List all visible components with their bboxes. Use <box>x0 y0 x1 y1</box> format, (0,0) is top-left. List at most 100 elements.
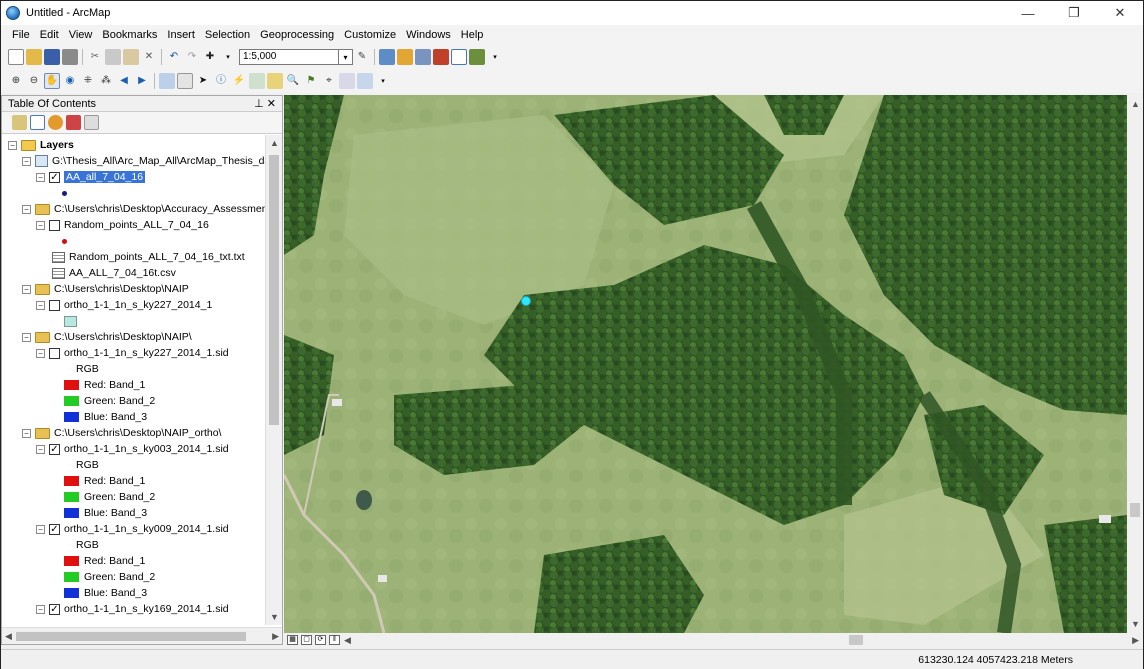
find-route-icon[interactable]: ⚑ <box>303 73 319 89</box>
paste-icon[interactable] <box>123 49 139 65</box>
scrollbar-thumb[interactable] <box>849 635 863 645</box>
zoom-in-icon[interactable]: ⊕ <box>8 73 24 89</box>
scroll-down-icon[interactable]: ▼ <box>1131 619 1140 629</box>
layers-root[interactable]: − Layers <box>8 137 74 153</box>
toc-horizontal-scrollbar[interactable]: ◀ ▶ <box>2 627 282 644</box>
collapse-icon[interactable]: − <box>36 300 45 310</box>
chevron-down-icon[interactable]: ▾ <box>339 49 353 65</box>
layer-visibility-checkbox[interactable]: ✓ <box>49 603 60 615</box>
refresh-icon[interactable]: ⟳ <box>315 635 326 645</box>
collapse-icon[interactable]: − <box>22 204 31 214</box>
layer-visibility-checkbox[interactable] <box>49 347 60 359</box>
close-button[interactable]: ✕ <box>1097 1 1143 25</box>
collapse-icon[interactable]: − <box>36 172 45 182</box>
collapse-icon[interactable]: − <box>22 332 31 342</box>
find-icon[interactable]: 🔍 <box>285 73 301 89</box>
menu-help[interactable]: Help <box>456 29 489 41</box>
data-view-icon[interactable]: ▦ <box>287 635 298 645</box>
scroll-left-icon[interactable]: ◀ <box>344 635 351 646</box>
delete-icon[interactable]: ✕ <box>141 49 157 65</box>
toc-vertical-scrollbar[interactable]: ▲ ▼ <box>265 135 282 625</box>
minimize-button[interactable]: — <box>1005 1 1051 25</box>
scroll-left-icon[interactable]: ◀ <box>5 631 12 642</box>
scroll-right-icon[interactable]: ▶ <box>272 631 279 642</box>
collapse-icon[interactable]: − <box>36 348 45 358</box>
save-icon[interactable] <box>44 49 60 65</box>
clear-selection-icon[interactable] <box>177 73 193 89</box>
menu-selection[interactable]: Selection <box>200 29 255 41</box>
layout-view-icon[interactable]: ▢ <box>301 635 312 645</box>
layer-visibility-checkbox[interactable] <box>49 299 60 311</box>
pause-drawing-icon[interactable]: ǁ <box>329 635 340 645</box>
layer-visibility-checkbox[interactable]: ✓ <box>49 523 60 535</box>
scrollbar-thumb[interactable] <box>1130 503 1140 517</box>
scroll-right-icon[interactable]: ▶ <box>1132 635 1139 646</box>
collapse-icon[interactable]: − <box>36 604 45 614</box>
map-display[interactable] <box>284 95 1127 633</box>
toolbar-options-icon[interactable]: ▾ <box>375 73 391 89</box>
zoom-out-icon[interactable]: ⊖ <box>26 73 42 89</box>
fixed-zoom-out-icon[interactable]: ⁂ <box>98 73 114 89</box>
collapse-icon[interactable]: − <box>22 156 31 166</box>
identify-icon[interactable]: ⓘ <box>213 73 229 89</box>
list-by-source-icon[interactable] <box>30 115 45 130</box>
layer-visibility-checkbox[interactable]: ✓ <box>49 171 60 183</box>
menu-customize[interactable]: Customize <box>339 29 401 41</box>
menu-insert[interactable]: Insert <box>162 29 200 41</box>
data-source-naip-ortho[interactable]: − C:\Users\chris\Desktop\NAIP_ortho\ <box>22 425 221 441</box>
layer-aa-all[interactable]: − ✓ AA_all_7_04_16 <box>36 169 146 185</box>
collapse-icon[interactable]: − <box>36 524 45 534</box>
layer-ortho-ky169[interactable]: − ✓ ortho_1-1_1n_s_ky169_2014_1.sid <box>36 601 229 617</box>
menu-windows[interactable]: Windows <box>401 29 456 41</box>
scroll-up-icon[interactable]: ▲ <box>270 138 279 148</box>
list-by-drawing-order-icon[interactable] <box>12 115 27 130</box>
data-source-naip-slash[interactable]: − C:\Users\chris\Desktop\NAIP\ <box>22 329 192 345</box>
restore-button[interactable]: ❐ <box>1051 1 1097 25</box>
html-popup-icon[interactable] <box>249 73 265 89</box>
hyperlink-icon[interactable]: ⚡ <box>231 73 247 89</box>
python-window-icon[interactable] <box>451 49 467 65</box>
full-extent-icon[interactable]: ◉ <box>62 73 78 89</box>
data-source-accuracy-assessment[interactable]: − C:\Users\chris\Desktop\Accuracy_Assess… <box>22 201 265 217</box>
collapse-icon[interactable]: − <box>8 140 17 150</box>
table-of-contents-icon[interactable] <box>379 49 395 65</box>
scrollbar-thumb[interactable] <box>16 632 246 641</box>
menu-edit[interactable]: Edit <box>35 29 64 41</box>
new-document-icon[interactable] <box>8 49 24 65</box>
catalog-icon[interactable] <box>397 49 413 65</box>
layer-random-points[interactable]: − Random_points_ALL_7_04_16 <box>36 217 209 233</box>
menu-bookmarks[interactable]: Bookmarks <box>97 29 162 41</box>
scroll-down-icon[interactable]: ▼ <box>270 612 279 622</box>
table-aa-all-csv[interactable]: AA_ALL_7_04_16t.csv <box>52 265 176 281</box>
toolbar-options-icon[interactable]: ▾ <box>487 49 503 65</box>
data-source-g-thesis[interactable]: − G:\Thesis_All\Arc_Map_All\ArcMap_Thesi… <box>22 153 265 169</box>
add-data-dropdown-icon[interactable]: ▾ <box>220 49 236 65</box>
viewer-window-icon[interactable] <box>357 73 373 89</box>
collapse-icon[interactable]: − <box>22 428 31 438</box>
search-window-icon[interactable] <box>415 49 431 65</box>
layer-ortho-ky009[interactable]: − ✓ ortho_1-1_1n_s_ky009_2014_1.sid <box>36 521 229 537</box>
go-to-xy-icon[interactable]: ⌖ <box>321 73 337 89</box>
editor-toolbar-icon[interactable]: ✎ <box>354 49 370 65</box>
pan-icon[interactable]: ✋ <box>44 73 60 89</box>
collapse-icon[interactable]: − <box>22 284 31 294</box>
pin-close-icon[interactable]: ⊥ ✕ <box>254 97 276 110</box>
copy-icon[interactable] <box>105 49 121 65</box>
modelbuilder-icon[interactable] <box>469 49 485 65</box>
table-random-points-txt[interactable]: Random_points_ALL_7_04_16_txt.txt <box>52 249 245 265</box>
time-slider-icon[interactable] <box>339 73 355 89</box>
menu-geoprocessing[interactable]: Geoprocessing <box>255 29 339 41</box>
data-source-naip[interactable]: − C:\Users\chris\Desktop\NAIP <box>22 281 189 297</box>
forward-extent-icon[interactable]: ▶ <box>134 73 150 89</box>
list-by-visibility-icon[interactable] <box>48 115 63 130</box>
layer-ortho-ky227[interactable]: − ortho_1-1_1n_s_ky227_2014_1 <box>36 297 212 313</box>
collapse-icon[interactable]: − <box>36 444 45 454</box>
scroll-up-icon[interactable]: ▲ <box>1131 99 1140 109</box>
collapse-icon[interactable]: − <box>36 220 45 230</box>
menu-file[interactable]: File <box>7 29 35 41</box>
cut-icon[interactable]: ✂ <box>87 49 103 65</box>
arctoolbox-icon[interactable] <box>433 49 449 65</box>
map-vertical-scrollbar[interactable]: ▲ ▼ <box>1127 95 1143 633</box>
select-features-icon[interactable] <box>159 73 175 89</box>
fixed-zoom-in-icon[interactable]: ⁜ <box>80 73 96 89</box>
